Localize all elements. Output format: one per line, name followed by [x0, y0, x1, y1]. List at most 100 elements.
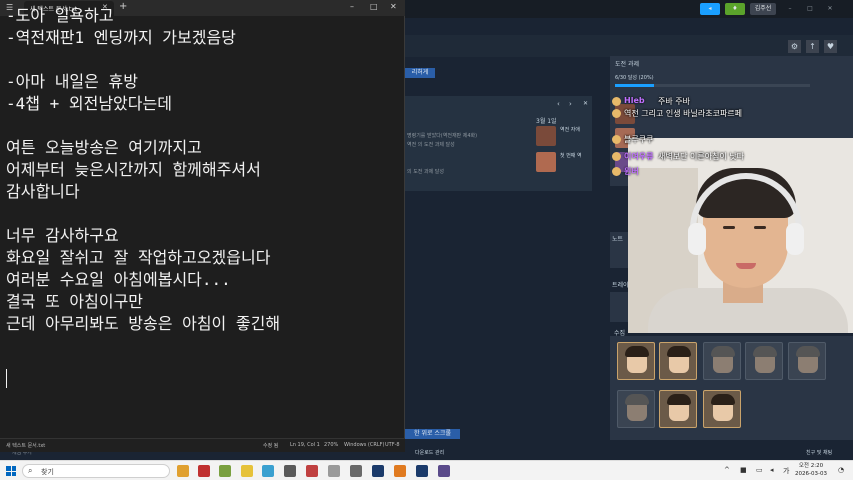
taskbar-clock[interactable]: 오전 2:20 2026-03-03 — [790, 462, 832, 478]
activity-item-2: 첫 번째 역 — [560, 153, 582, 159]
close-icon[interactable]: ✕ — [825, 3, 835, 15]
activity-line-3: 의 도전 과제 달성 — [407, 169, 444, 175]
status-encoding[interactable]: UTF-8 — [385, 442, 400, 448]
app-icon[interactable] — [219, 465, 231, 477]
text-cursor — [6, 369, 7, 388]
app-icon[interactable] — [328, 465, 340, 477]
notepad-status-bar: 새 텍스트 문서.txt 수정 됨 Ln 19, Col 1 270% Wind… — [0, 438, 405, 452]
app-icon[interactable] — [284, 465, 296, 477]
clock-date: 2026-03-03 — [795, 471, 827, 477]
user-menu[interactable]: 김주선 — [750, 3, 776, 15]
scroll-top-button[interactable]: 한 위로 스크롤 — [405, 429, 460, 439]
activity-thumb-2 — [536, 152, 556, 172]
minimize-icon[interactable]: – — [785, 3, 795, 15]
text-line: 너무 감사하구요 — [6, 226, 119, 245]
download-manager-label[interactable]: 다운로드 관리 — [415, 449, 444, 456]
trade-panel — [610, 292, 628, 322]
activity-thumb-1 — [536, 126, 556, 146]
close-panel-icon[interactable]: ✕ — [583, 100, 588, 107]
text-line: -4챕 + 외전남았다는데 — [6, 94, 172, 113]
trading-card[interactable] — [745, 342, 783, 380]
trading-card[interactable] — [659, 342, 697, 380]
next-arrow-icon[interactable]: › — [569, 100, 572, 108]
broadcast-button[interactable]: ◂ — [700, 3, 720, 15]
chat-text: 새벽보단 이른아침이 낫다 — [658, 152, 745, 161]
activity-line-1: 명령기를 받았다(역전재판 제4화) — [407, 133, 478, 139]
steam-icon[interactable] — [416, 465, 428, 477]
volume-icon[interactable]: ◂ — [770, 466, 774, 474]
search-icon: ⌕ — [28, 466, 33, 475]
badge-icon — [612, 135, 621, 144]
trading-card[interactable] — [617, 342, 655, 380]
heart-icon[interactable]: ♥ — [824, 40, 837, 53]
steam-top-bar: ◂ ♦ 김주선 – □ ✕ — [405, 0, 853, 18]
maximize-icon[interactable]: □ — [805, 3, 815, 15]
ime-indicator[interactable]: 가 — [783, 466, 789, 476]
friends-chat-label[interactable]: 친구 및 채팅 — [806, 449, 832, 456]
windows-start-icon[interactable] — [6, 466, 16, 476]
badge-icon — [612, 167, 621, 176]
search-label: 찾기 — [41, 468, 54, 476]
chat-text: 주바 주바 — [658, 97, 690, 106]
text-line: 결국 또 아침이구만 — [6, 292, 144, 311]
text-line: -역전재판1 엔딩까지 가보겠음당 — [6, 28, 236, 47]
trade-label: 트레이 — [612, 282, 629, 289]
notes-label: 노트 — [612, 236, 624, 243]
badge-icon — [612, 152, 621, 161]
status-modified: 수정 됨 — [263, 443, 279, 449]
app-icon[interactable] — [262, 465, 274, 477]
activity-line-2: 역전 의 도전 과제 달성 — [407, 142, 455, 148]
text-line: 여러분 수요일 아침에봅시다... — [6, 270, 231, 289]
tray-arrow-icon[interactable]: ^ — [724, 466, 730, 474]
trading-card[interactable] — [788, 342, 826, 380]
app-icon[interactable] — [198, 465, 210, 477]
text-line: 어제부터 늦은시간까지 함께해주셔서 — [6, 160, 261, 179]
text-line — [6, 115, 401, 137]
clock-time: 오전 2:20 — [798, 463, 824, 469]
steam-icon[interactable] — [372, 465, 384, 477]
network-icon[interactable]: ▭ — [756, 466, 763, 474]
achievements-title: 도전 과제 — [615, 61, 639, 68]
taskbar: ⌕ 찾기 ^ ■ ▭ ◂ 가 오전 2:20 2026-03-03 ◔ — [0, 460, 853, 480]
chrome-icon[interactable] — [177, 465, 189, 477]
trading-card[interactable] — [659, 390, 697, 428]
chat-text: 블루쿠쿠 — [624, 135, 654, 144]
tray-app-icon[interactable]: ■ — [740, 466, 747, 474]
info-icon[interactable]: ↑ — [806, 40, 819, 53]
left-action-button[interactable]: 리허게 — [405, 68, 435, 78]
notification-bell-icon[interactable]: ◔ — [838, 466, 844, 474]
status-zoom[interactable]: 270% — [324, 442, 338, 448]
activity-item-1: 역전 자애 — [560, 127, 580, 133]
trading-card[interactable] — [617, 390, 655, 428]
badge-icon — [612, 109, 621, 118]
text-line: -도아 일욕하고 — [6, 6, 114, 25]
activity-date: 3월 1일 — [536, 118, 557, 125]
taskbar-search-input[interactable]: ⌕ 찾기 — [22, 464, 170, 478]
status-line-ending[interactable]: Windows (CRLF) — [344, 442, 384, 448]
text-line — [6, 49, 401, 71]
gear-icon[interactable]: ⚙ — [788, 40, 801, 53]
chat-username: 이여우류 — [624, 152, 654, 161]
webcam-overlay — [628, 138, 853, 333]
achievements-progress-fill — [615, 84, 654, 87]
chat-username: Hleb — [624, 96, 645, 105]
status-position: Ln 19, Col 1 — [290, 442, 320, 448]
status-filename: 새 텍스트 문서.txt — [6, 443, 46, 449]
app-icon[interactable] — [438, 465, 450, 477]
app-icon[interactable] — [306, 465, 318, 477]
text-line: 근데 아무리봐도 방송은 아침이 좋긴해 — [6, 314, 281, 333]
notification-button[interactable]: ♦ — [725, 3, 745, 15]
notepad-window: ☰ 새 텍스트 문서.txt ✕ + – □ ✕ -도아 일욕하고 -역전재판1 … — [0, 0, 405, 452]
badge-icon — [612, 97, 621, 106]
trading-card[interactable] — [703, 390, 741, 428]
chat-text: 역전 그리고 인생 바닐라초코파르페 — [624, 109, 743, 118]
prev-arrow-icon[interactable]: ‹ — [557, 100, 560, 108]
app-icon[interactable] — [394, 465, 406, 477]
trading-card[interactable] — [703, 342, 741, 380]
text-line: 화요일 잘쉬고 잘 작업하고오겠읍니다 — [6, 248, 271, 267]
notepad-text-area[interactable]: -도아 일욕하고 -역전재판1 엔딩까지 가보겠음당 -아마 내일은 휴방 -4챕 +… — [6, 5, 401, 405]
text-line: -아마 내일은 휴방 — [6, 72, 138, 91]
app-icon[interactable] — [350, 465, 362, 477]
folder-icon[interactable] — [241, 465, 253, 477]
text-line: 감사합니다 — [6, 182, 80, 201]
